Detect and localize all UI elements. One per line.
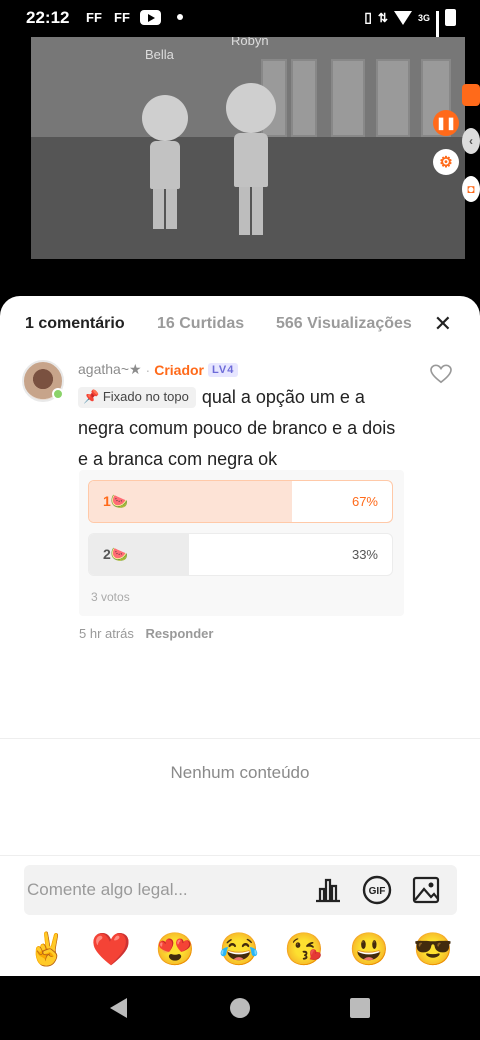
poll-option-label: 1🍉	[103, 493, 129, 509]
ff-notification-icon: FF	[114, 10, 130, 25]
status-bar: 22:12 FF FF ▯ ⇅ 3G	[0, 0, 480, 49]
scene-window	[291, 59, 317, 137]
emoji-button[interactable]: 😃	[349, 931, 389, 967]
recorder-stop-icon[interactable]	[462, 84, 480, 106]
back-icon[interactable]	[110, 998, 127, 1018]
navigation-bar	[0, 976, 480, 1040]
divider	[0, 855, 480, 856]
tab-comments[interactable]: 1 comentário	[25, 315, 125, 333]
data-transfer-icon: ⇅	[377, 10, 388, 25]
level-badge: LV4	[208, 362, 239, 377]
tab-views[interactable]: 566 Visualizações	[276, 315, 412, 333]
pinned-label: Fixado no topo	[102, 389, 189, 404]
vibrate-icon: ▯	[364, 9, 372, 25]
emoji-button[interactable]: 😍	[155, 931, 195, 967]
bar-chart-icon[interactable]	[313, 875, 343, 905]
like-heart-icon[interactable]	[430, 364, 452, 384]
emoji-quick-bar: ✌️ ❤️ 😍 😂 😘 😃 😎	[0, 928, 480, 972]
pause-recording-button[interactable]: ❚❚	[433, 110, 459, 136]
camera-icon[interactable]: ◘	[462, 176, 480, 202]
online-badge	[52, 388, 64, 400]
tab-likes[interactable]: 16 Curtidas	[157, 315, 244, 333]
emoji-button[interactable]: 😂	[219, 931, 259, 967]
video-player[interactable]: Bella Robyn	[31, 37, 465, 259]
character-name: Bella	[145, 47, 174, 62]
divider	[0, 738, 480, 739]
gif-icon[interactable]: GIF	[362, 875, 392, 905]
poll-option-2[interactable]: 2🍉 33%	[88, 533, 393, 576]
recent-apps-icon[interactable]	[350, 998, 370, 1018]
home-icon[interactable]	[230, 998, 250, 1018]
battery-icon	[445, 9, 456, 26]
scene-window	[331, 59, 365, 137]
poll: 1🍉 67% 2🍉 33% 3 votos	[79, 470, 404, 616]
scene-window	[376, 59, 410, 137]
signal-icon	[436, 10, 439, 49]
recorder-settings-icon[interactable]: ⚙	[433, 149, 459, 175]
comment-header: agatha~★ · Criador LV4	[78, 361, 239, 378]
poll-option-percent: 67%	[351, 494, 378, 509]
character-figure	[223, 83, 279, 235]
comment-time: 5 hr atrás	[79, 626, 134, 641]
poll-votes: 3 votos	[91, 590, 130, 604]
emoji-button[interactable]: ✌️	[27, 931, 67, 967]
pinned-chip: 📌 Fixado no topo	[78, 387, 196, 408]
more-notifications-icon	[177, 14, 183, 20]
svg-text:GIF: GIF	[369, 886, 386, 897]
pin-icon: 📌	[83, 389, 100, 404]
comment-input-bar: GIF	[24, 865, 457, 915]
character-name: Robyn	[231, 37, 269, 48]
comment-input[interactable]	[24, 865, 304, 915]
comments-sheet: 1 comentário 16 Curtidas 566 Visualizaçõ…	[0, 296, 480, 976]
poll-option-label: 2🍉	[103, 546, 129, 562]
wifi-icon	[393, 10, 412, 25]
reply-button[interactable]: Responder	[146, 626, 214, 641]
close-icon[interactable]: ✕	[434, 311, 452, 337]
poll-option-percent: 33%	[351, 547, 378, 562]
network-type: 3G	[417, 12, 430, 23]
comment-meta: 5 hr atrás Responder	[79, 626, 213, 641]
emoji-button[interactable]: 😘	[284, 931, 324, 967]
emoji-button[interactable]: ❤️	[91, 931, 131, 967]
image-icon[interactable]	[411, 875, 441, 905]
comments-tabs: 1 comentário 16 Curtidas 566 Visualizaçõ…	[0, 296, 480, 350]
recorder-collapse-icon[interactable]: ‹	[462, 128, 480, 154]
separator: ·	[145, 361, 151, 378]
emoji-button[interactable]: 😎	[413, 931, 453, 967]
username[interactable]: agatha~★	[78, 361, 142, 378]
poll-option-1[interactable]: 1🍉 67%	[88, 480, 393, 523]
youtube-icon	[140, 10, 161, 25]
character-figure	[138, 95, 192, 229]
ff-notification-icon: FF	[86, 10, 102, 25]
comment-body: 📌 Fixado no topo qual a opção um e a negr…	[78, 382, 408, 475]
clock: 22:12	[26, 8, 70, 27]
empty-state: Nenhum conteúdo	[170, 763, 310, 782]
role-badge: Criador	[154, 361, 205, 378]
system-icons: ▯ ⇅ 3G	[364, 9, 456, 49]
